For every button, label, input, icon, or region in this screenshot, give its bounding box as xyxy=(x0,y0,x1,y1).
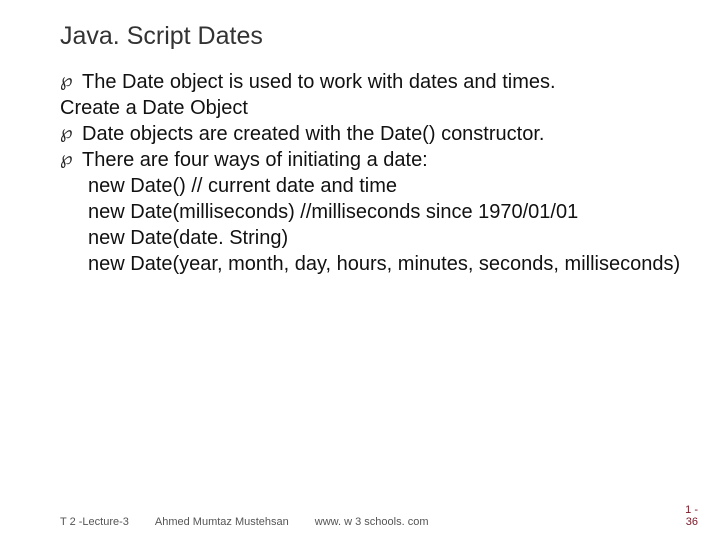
subtitle-create: Create a Date Object xyxy=(60,95,682,121)
bullet-intro: The Date object is used to work with dat… xyxy=(60,69,682,95)
code-line-1: new Date() // current date and time xyxy=(60,173,682,199)
code-line-4: new Date(year, month, day, hours, minute… xyxy=(60,251,682,277)
slide-body: The Date object is used to work with dat… xyxy=(60,69,682,277)
code-line-3: new Date(date. String) xyxy=(60,225,682,251)
footer-author: Ahmed Mumtaz Mustehsan xyxy=(155,516,289,528)
slide-title: Java. Script Dates xyxy=(60,22,682,51)
code-line-2: new Date(milliseconds) //milliseconds si… xyxy=(60,199,682,225)
footer-page-bottom: 36 xyxy=(685,516,698,528)
footer-site: www. w 3 schools. com xyxy=(315,516,429,528)
footer-lecture: T 2 -Lecture-3 xyxy=(60,516,129,528)
bullet-ways: There are four ways of initiating a date… xyxy=(60,147,682,173)
footer-page-top: 1 - xyxy=(685,504,698,516)
slide: Java. Script Dates The Date object is us… xyxy=(0,0,720,540)
footer-page: 1 - 36 xyxy=(685,504,698,528)
footer-left: T 2 -Lecture-3 Ahmed Mumtaz Mustehsan ww… xyxy=(60,516,428,528)
slide-footer: T 2 -Lecture-3 Ahmed Mumtaz Mustehsan ww… xyxy=(0,504,720,528)
bullet-constructor: Date objects are created with the Date()… xyxy=(60,121,682,147)
